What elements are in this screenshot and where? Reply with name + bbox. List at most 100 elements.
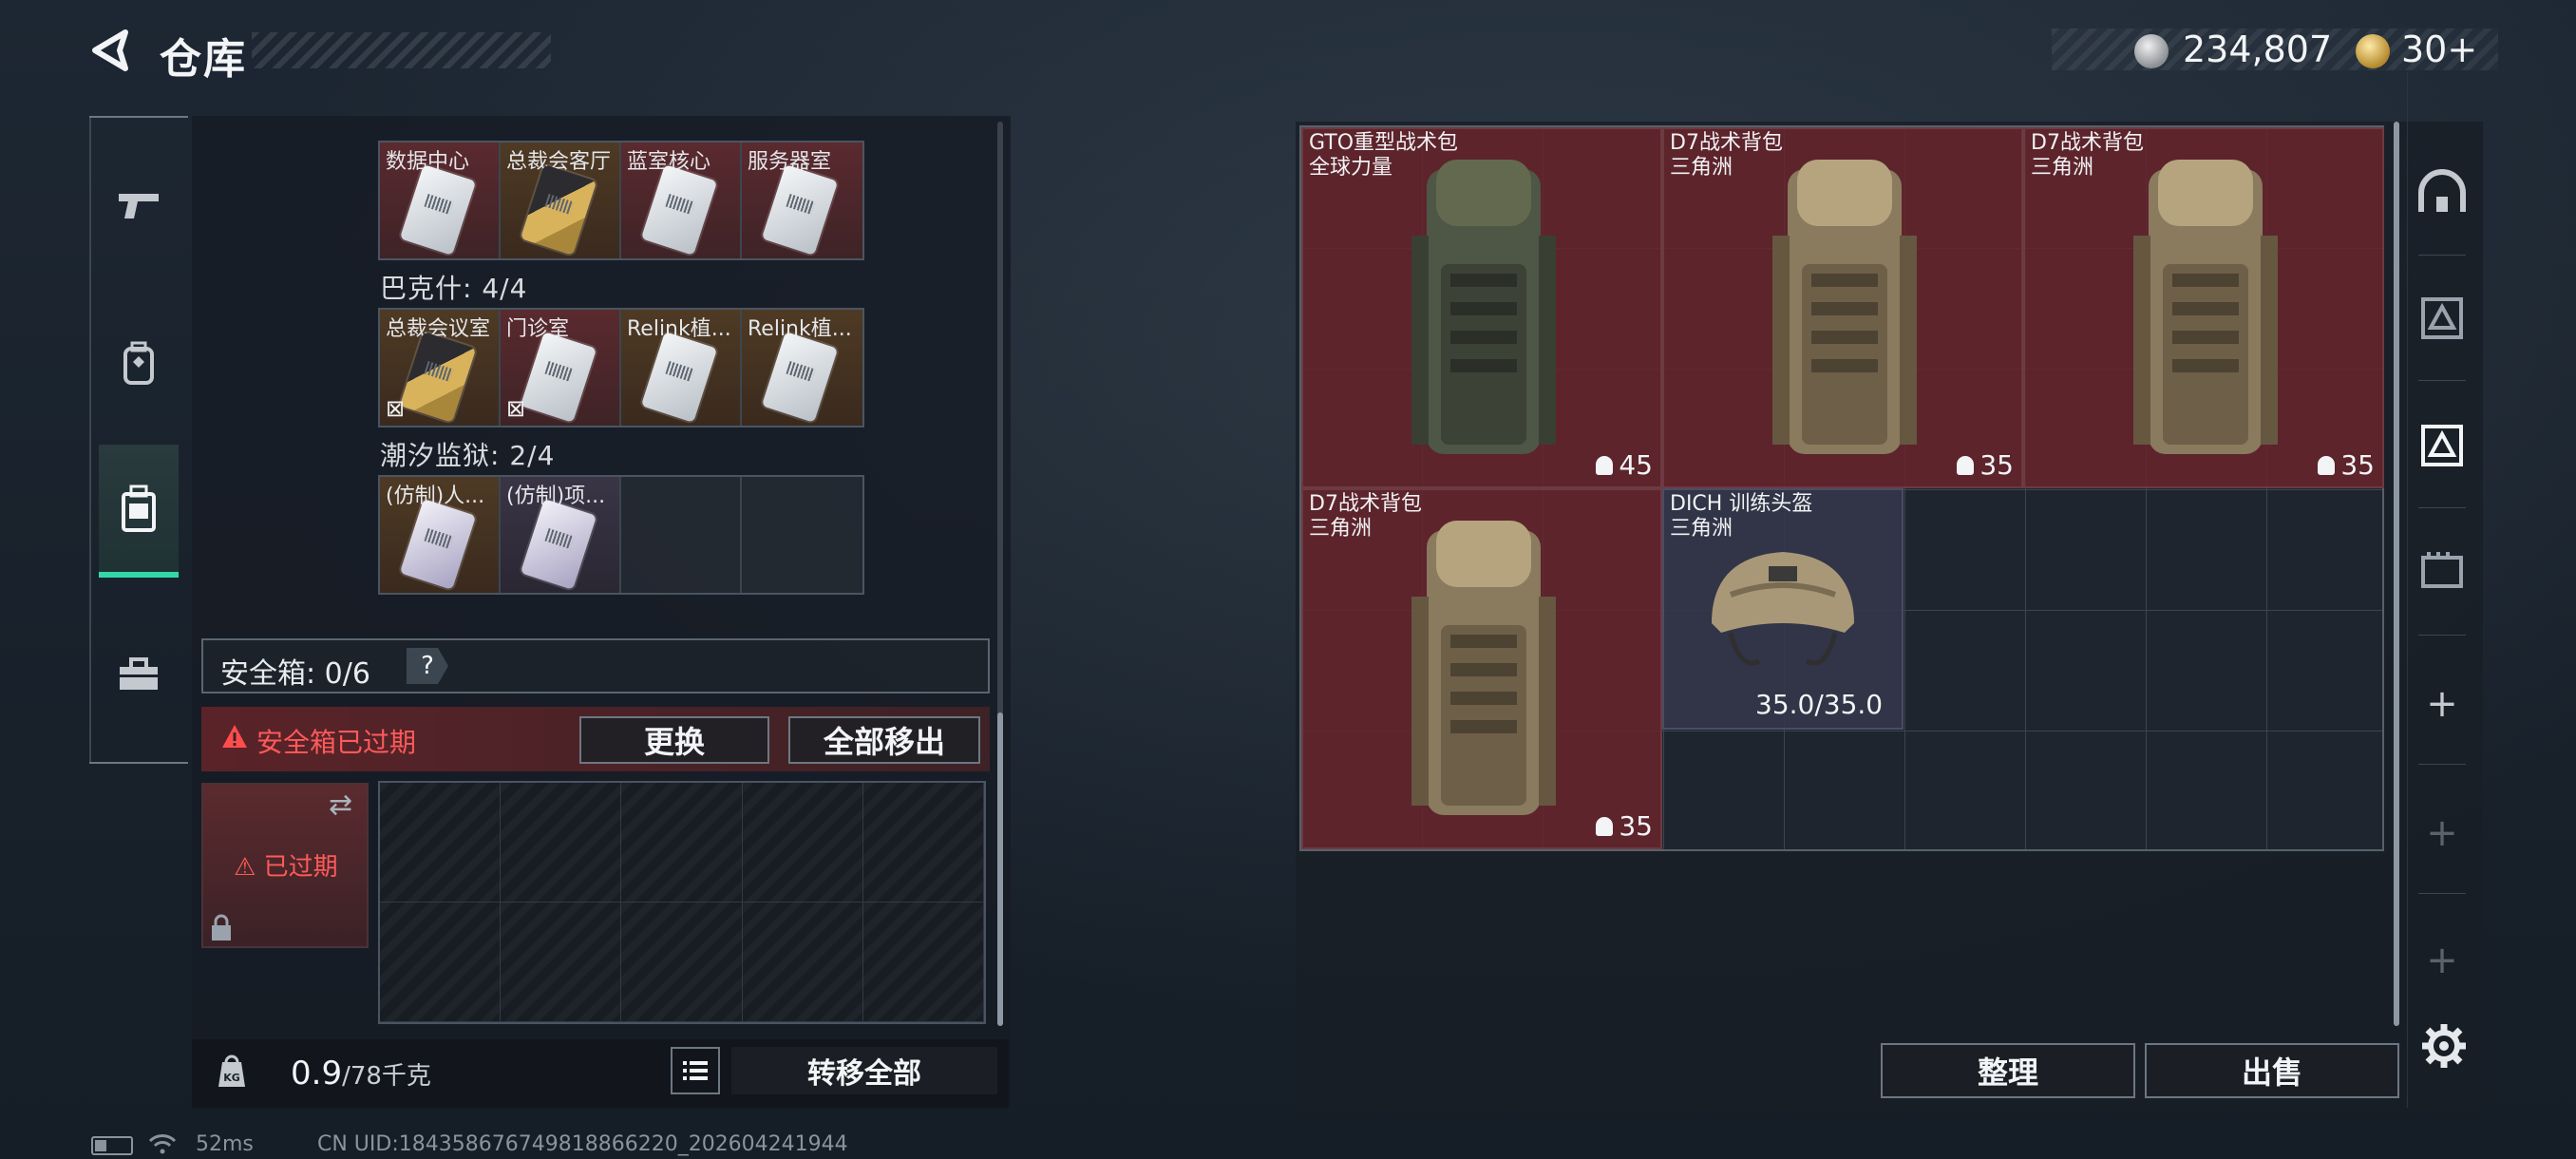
keycard-slot-empty[interactable]: [621, 477, 742, 593]
storage-item[interactable]: D7战术背包 三角洲 35: [1662, 127, 2023, 488]
safe-slot[interactable]: [380, 902, 502, 1022]
keycard-slot[interactable]: (仿制)项...: [501, 477, 621, 593]
non-tradable-icon: ⊠: [506, 395, 526, 422]
keycard-slot[interactable]: Relink植...: [742, 310, 862, 426]
gold-coin-icon: [2356, 34, 2390, 68]
safe-slot[interactable]: [742, 902, 863, 1022]
keycard-image: [399, 499, 477, 590]
item-title-text: DICH 训练头盔: [1670, 492, 1813, 516]
safe-slot[interactable]: [621, 902, 743, 1022]
storage-scrollbar[interactable]: [2394, 122, 2399, 1026]
item-faction: 三角洲: [1670, 517, 1733, 541]
storage-item[interactable]: GTO重型战术包 全球力量 45: [1301, 127, 1662, 488]
backpack-rail-icon[interactable]: [2409, 528, 2475, 614]
pistol-icon: [119, 194, 159, 218]
item-name: DICH 训练头盔 三角洲: [1670, 492, 1812, 542]
back-arrow-icon[interactable]: [87, 27, 135, 74]
item-title-text: D7战术背包: [1670, 131, 1783, 155]
armor-rail-icon[interactable]: [2409, 276, 2475, 361]
storage-item[interactable]: D7战术背包 三角洲 35: [1301, 488, 1662, 849]
user-uid: CN UID:1843586767498188662​20_2026042419…: [317, 1132, 848, 1156]
tab-equipment[interactable]: [99, 296, 179, 429]
keycard-group: 总裁会议室 ⊠ 门诊室 ⊠ Relink植... Relink植...: [378, 308, 864, 428]
helmet-rail-icon[interactable]: [2409, 152, 2475, 238]
chest-rig-rail-icon[interactable]: [2409, 403, 2475, 488]
keycard-row: 数据中心 总裁会客厅 蓝室核心 服务器室: [378, 141, 864, 260]
gold-currency-amount[interactable]: 30+: [2401, 28, 2477, 70]
weight-capacity: /78千克: [342, 1062, 431, 1091]
keycard-slot[interactable]: 总裁会议室 ⊠: [380, 310, 501, 426]
rail-separator: [2418, 255, 2466, 256]
plus-icon[interactable]: +: [2409, 661, 2475, 747]
item-capacity: 35: [1957, 449, 2014, 481]
sort-button[interactable]: 整理: [1881, 1043, 2135, 1098]
item-title-text: D7战术背包: [2031, 131, 2144, 155]
wifi-icon: [148, 1134, 177, 1154]
list-view-button[interactable]: [671, 1047, 720, 1094]
plus-icon[interactable]: +: [2409, 790, 2475, 876]
capacity-value: 35: [1979, 449, 2014, 481]
keycard-slot[interactable]: 服务器室: [742, 142, 862, 258]
tab-weapons[interactable]: [99, 139, 179, 272]
safe-box-expired-warning: 安全箱已过期: [256, 727, 417, 758]
keycard-slot[interactable]: Relink植...: [621, 310, 742, 426]
helmet-filter-icon: [2418, 169, 2466, 212]
keycard-slot[interactable]: 蓝室核心: [621, 142, 742, 258]
sell-button[interactable]: 出售: [2145, 1043, 2399, 1098]
warning-icon: [222, 725, 247, 748]
safe-slot[interactable]: [501, 902, 622, 1022]
plus-icon[interactable]: +: [2409, 918, 2475, 1003]
safe-slot[interactable]: [862, 902, 984, 1022]
keycard-image: [640, 332, 718, 423]
item-capacity: 35: [2318, 449, 2375, 481]
list-icon: [683, 1061, 708, 1080]
rail-separator: [2418, 893, 2466, 894]
item-name: D7战术背包 三角洲: [2031, 131, 2144, 180]
expired-label: ⚠ 已过期: [234, 853, 338, 882]
storage-item[interactable]: DICH 训练头盔 三角洲 35.0/35.0: [1662, 488, 1904, 730]
capacity-icon: [2318, 455, 2336, 475]
move-all-out-button[interactable]: 全部移出: [788, 716, 980, 764]
safe-slot[interactable]: [862, 783, 984, 902]
backpack-image: [1411, 160, 1556, 454]
swap-icon[interactable]: ⇄: [329, 788, 352, 822]
safe-slot[interactable]: [742, 783, 863, 902]
item-faction: 三角洲: [1309, 517, 1373, 541]
weight-kg-icon: KG: [218, 1054, 245, 1087]
rail-separator: [2418, 507, 2466, 508]
keycard-slot-empty[interactable]: [742, 477, 862, 593]
silver-currency-amount: 234,807: [2183, 28, 2333, 70]
gear-icon[interactable]: [2420, 1022, 2468, 1070]
keycard-image: [520, 164, 597, 256]
tab-tools[interactable]: [99, 608, 179, 741]
safe-slot[interactable]: [380, 783, 502, 902]
ping-display: 52ms: [196, 1132, 254, 1156]
item-durability: 35.0/35.0: [1755, 689, 1884, 720]
capacity-value: 35: [2340, 449, 2375, 481]
inventory-scrollbar-thumb[interactable]: [997, 712, 1003, 1026]
tab-rail-top-border: [89, 116, 188, 118]
non-tradable-icon: ⊠: [386, 395, 406, 422]
keycard-slot[interactable]: 门诊室 ⊠: [501, 310, 621, 426]
replace-button[interactable]: 更换: [579, 716, 769, 764]
safe-slot[interactable]: [501, 783, 622, 902]
battery-icon: [91, 1136, 133, 1155]
keycard-image: [399, 332, 477, 423]
transfer-all-button[interactable]: 转移全部: [731, 1047, 997, 1094]
item-capacity: 35: [1596, 810, 1653, 842]
carry-weight: 0.9/78千克: [291, 1054, 431, 1092]
capacity-value: 45: [1619, 449, 1653, 481]
safe-box-grid[interactable]: [378, 781, 986, 1024]
capacity-icon: [1596, 455, 1614, 475]
backpack-image: [2133, 160, 2278, 454]
helmet-image: [1712, 552, 1854, 666]
keycard-image: [761, 164, 839, 256]
keycard-slot[interactable]: (仿制)人...: [380, 477, 501, 593]
capacity-icon: [1596, 816, 1614, 836]
keycard-slot[interactable]: 数据中心: [380, 142, 501, 258]
safe-slot[interactable]: [621, 783, 743, 902]
keycard-slot[interactable]: 总裁会客厅: [501, 142, 621, 258]
tab-storage[interactable]: [99, 445, 179, 578]
storage-item[interactable]: D7战术背包 三角洲 35: [2023, 127, 2384, 488]
capacity-icon: [1957, 455, 1975, 475]
